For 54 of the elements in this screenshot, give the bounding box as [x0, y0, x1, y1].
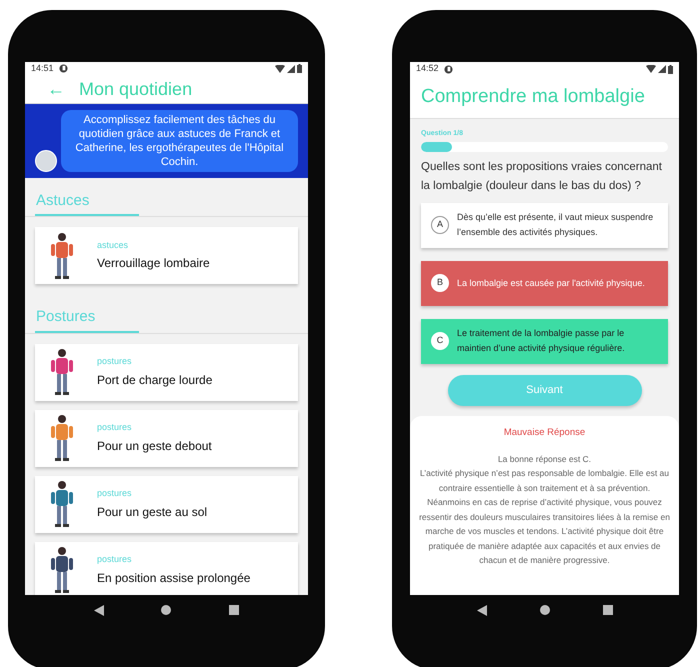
home-icon[interactable]	[540, 605, 550, 615]
battery-icon	[297, 64, 302, 74]
person-drawing	[49, 414, 75, 462]
chat-bubble: Accomplissez facilement des tâches du quotidien grâce aux astuces de Franck et Catherine, les ergothérapeutes de l'Hôpital Cochin.	[61, 110, 298, 172]
answer-option[interactable]: B La lombalgie est causée par l'activité physique.	[421, 260, 668, 306]
answer-option[interactable]: C Le traitement de la lombalgie passe par le maintien d’une activité physique régulière.	[421, 318, 668, 364]
answer-text: Le traitement de la lombalgie passe par le maintien d’une activité physique régulière.	[457, 327, 626, 355]
wifi-icon	[275, 64, 285, 73]
notification-icon	[444, 64, 453, 74]
person-drawing	[49, 546, 75, 594]
card-category: postures	[97, 487, 133, 500]
card-title: Pour un geste debout	[97, 438, 212, 455]
person-drawing	[49, 232, 75, 280]
list-card[interactable]: postures Pour un geste au sol	[35, 476, 298, 532]
signal-icon	[658, 65, 666, 73]
section-title: Postures	[35, 306, 139, 332]
list-card[interactable]: postures Pour un geste debout	[35, 410, 298, 466]
wifi-icon	[646, 65, 656, 73]
list-card[interactable]: postures Port de charge lourde	[35, 344, 298, 400]
answer-letter: A	[431, 216, 449, 234]
list-card[interactable]: postures En position assise prolongée	[35, 542, 298, 595]
card-title: Port de charge lourde	[97, 372, 212, 389]
section-title: Astuces	[35, 190, 139, 216]
card-title: Verrouillage lombaire	[97, 255, 210, 272]
question-text: Quelles sont les propositions vraies concernant la lombalgie (douleur dans le bas du dos) ?	[421, 160, 663, 194]
answer-option[interactable]: A Dès qu’elle est présente, il vaut mieux suspendre l’ensemble des activités physiques.	[421, 202, 668, 248]
signal-icon	[287, 64, 295, 73]
card-category: postures	[97, 553, 133, 566]
recents-icon[interactable]	[229, 605, 240, 615]
battery-icon	[668, 64, 673, 74]
card-title: En position assise prolongée	[97, 570, 250, 587]
feedback-text: L’activité physique n’est pas responsable de lombalgie. Elle est au contraire essentielle à son traitement et à sa prévention. Néanmoins en cas de reprise d’activité physique, vous pouvez ressentir des douleurs musculaires transitoires liées à la remise en marche de vos muscles et tendons. L’activité physique doit être pratiquée de manière adaptée aux capacités et aux envies de chacun et de manière progressive.	[418, 467, 671, 568]
answer-letter: B	[431, 274, 449, 292]
status-time: 14:51	[31, 62, 54, 75]
answer-letter: C	[431, 332, 449, 350]
avatar	[35, 150, 57, 172]
person-drawing	[49, 480, 75, 528]
screen-title: Comprendre ma lombalgie	[421, 84, 645, 109]
list-card[interactable]: astuces Verrouillage lombaire	[35, 227, 298, 284]
card-title: Pour un geste au sol	[97, 504, 208, 521]
card-category: postures	[97, 355, 133, 368]
card-category: astuces	[97, 238, 130, 252]
person-drawing	[49, 348, 75, 396]
answer-text: La lombalgie est causée par l'activité physique.	[457, 276, 645, 290]
recents-icon[interactable]	[602, 605, 612, 615]
back-icon[interactable]	[94, 604, 104, 616]
home-icon[interactable]	[161, 605, 172, 615]
status-time: 14:52	[416, 62, 439, 76]
back-icon[interactable]	[476, 604, 486, 616]
answer-text: Dès qu’elle est présente, il vaut mieux suspendre l’ensemble des activités physiques.	[457, 211, 654, 239]
feedback-title: Mauvaise Réponse	[504, 426, 586, 440]
feedback-text: La bonne réponse est C.	[498, 452, 592, 466]
screen-title: Mon quotidien	[79, 78, 192, 101]
card-category: postures	[97, 421, 133, 434]
